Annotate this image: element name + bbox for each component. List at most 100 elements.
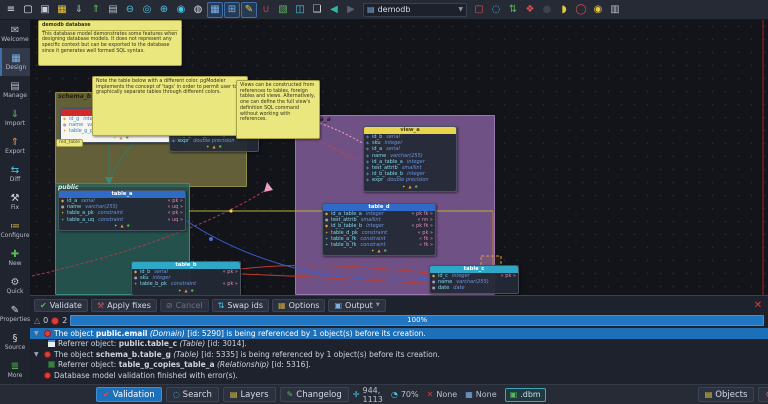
table-header[interactable]: table_b	[132, 262, 240, 269]
new-object-icon[interactable]: ❏	[309, 2, 325, 18]
sidebar-item-import[interactable]: ⇓ Import	[0, 104, 30, 132]
edit-indicator: ✕ None	[427, 390, 458, 399]
purchase-icon[interactable]: ◉	[590, 2, 606, 18]
edit-mode-icon[interactable]: ✎	[241, 2, 257, 18]
arrange-objects-icon[interactable]: ◫	[292, 2, 308, 18]
new-model-icon[interactable]: ▢	[20, 2, 36, 18]
schema-label: schema_b	[58, 93, 91, 100]
validation-progress-row: △ 0 2 100%	[30, 314, 768, 327]
note-tags[interactable]: Note the table below with a different co…	[92, 76, 248, 136]
error-dot-icon	[44, 351, 51, 358]
sidebar-item-quick[interactable]: ⚙ Quick	[0, 272, 30, 300]
overview-icon[interactable]: ◉	[173, 2, 189, 18]
show-grid-icon[interactable]: ▦	[207, 2, 223, 18]
donate-icon[interactable]: ◗	[556, 2, 572, 18]
menu-icon[interactable]: ≡	[3, 2, 19, 18]
model-selector-dropdown[interactable]: ▤ demodb ▼	[363, 3, 467, 17]
snap-grid-icon[interactable]: ⊞	[224, 2, 240, 18]
magnet-icon[interactable]: ∪	[258, 2, 274, 18]
undo-icon[interactable]: ◀	[326, 2, 342, 18]
validation-message[interactable]: ▼ The object schema_b.table_g (Table) [i…	[30, 349, 768, 360]
plugins-icon[interactable]: ❖	[522, 2, 538, 18]
zoom-out-icon[interactable]: ⊖	[122, 2, 138, 18]
table-table_a[interactable]: table_a ◆ id_a serial « pk » ● name varc…	[58, 190, 186, 231]
sidebar-item-diff[interactable]: ⇆ Diff	[0, 160, 30, 188]
close-validation-icon[interactable]: ✕	[752, 300, 764, 311]
open-model-icon[interactable]: ▦	[54, 2, 70, 18]
tab-changelog[interactable]: ✎ Changelog	[280, 387, 349, 402]
support-icon[interactable]: ◯	[573, 2, 589, 18]
options-button[interactable]: ▦ Options	[272, 299, 325, 312]
table-flag-icon: ✦	[402, 185, 405, 189]
sidebar-item-label: Manage	[3, 92, 27, 99]
redo-icon[interactable]: ▶	[343, 2, 359, 18]
pgmodeler-window: ≡▢▣▦⇓⇑▤⊖◎⊕◉◍▦⊞✎∪▧◫❏◀▶ ▤ demodb ▼ ▢◌⇅❖●◗◯…	[0, 0, 768, 404]
tab-search[interactable]: ◌ Search	[166, 387, 219, 402]
chevron-down-icon: ▼	[376, 302, 380, 308]
print-icon[interactable]: ▤	[105, 2, 121, 18]
sidebar-item-fix[interactable]: ⚒ Fix	[0, 188, 30, 216]
validation-message[interactable]: ▼ The object public.email (Domain) [id: …	[30, 328, 768, 339]
zoom-in-icon[interactable]: ⊕	[156, 2, 172, 18]
sidebar-item-more[interactable]: ≣ More	[0, 356, 30, 384]
validation-message[interactable]: Database model validation finished with …	[30, 370, 768, 381]
expander-icon[interactable]: ▼	[34, 330, 41, 337]
swap-ids-icon[interactable]: ⇅	[505, 2, 521, 18]
expander-icon[interactable]: ▼	[34, 351, 41, 358]
table-header[interactable]: table_a	[59, 191, 185, 198]
sidebar-item-source[interactable]: § Source	[0, 328, 30, 356]
import-icon[interactable]: ⇓	[71, 2, 87, 18]
validation-panel: ✔ Validate ⚒ Apply fixes ⊘ Cancel ⇅ Swap…	[30, 295, 768, 384]
model-canvas[interactable]: schema_b schema_a public	[30, 20, 768, 295]
validate-button[interactable]: ✔ Validate	[34, 299, 88, 312]
table-header[interactable]: table_d	[323, 204, 435, 211]
apply-fixes-button[interactable]: ⚒ Apply fixes	[91, 299, 157, 312]
crosshair-icon: ✛	[353, 390, 360, 399]
operations-panel-button[interactable]: ⚙ Operations	[758, 387, 768, 402]
find-object-icon[interactable]: ◌	[488, 2, 504, 18]
tab-validation[interactable]: ✔ Validation	[96, 387, 162, 402]
layer-indicator: ▦ None	[465, 390, 496, 399]
sidebar-item-label: Quick	[7, 288, 24, 295]
validation-message[interactable]: Referrer object: public.table_c (Table) …	[30, 339, 768, 350]
bug-report-icon[interactable]: ●	[539, 2, 555, 18]
table-table_b[interactable]: table_b ◆ id_b serial « pk » ● sku integ…	[131, 261, 241, 295]
export-image-icon[interactable]: ▧	[275, 2, 291, 18]
view-view_a[interactable]: view_a ◈ id_b serial ◈ sku integer ◈ id_…	[363, 126, 457, 192]
table-column[interactable]: ● date date	[430, 285, 518, 291]
sidebar-item-label: More	[8, 372, 23, 379]
sidebar-item-design[interactable]: ▦ Design	[0, 48, 30, 76]
sidebar-item-export[interactable]: ⇑ Export	[0, 132, 30, 160]
objects-panel-button[interactable]: ▤ Objects	[698, 387, 755, 402]
sidebar-item-configure[interactable]: ≔ Configure	[0, 216, 30, 244]
table-table_d[interactable]: table_d ◆ id_a_table_a integer « pk fk »…	[322, 203, 436, 256]
sidebar-item-manage[interactable]: ▤ Manage	[0, 76, 30, 104]
column-type-icon: ✦	[63, 128, 67, 134]
sidebar-item-properties[interactable]: ✎ Properties	[0, 300, 30, 328]
table-header[interactable]: table_c	[430, 266, 518, 273]
column-type-icon: ✦	[325, 242, 329, 248]
table-header[interactable]: view_a	[364, 127, 456, 134]
table-tag[interactable]: red_table	[56, 139, 83, 147]
sql-source-icon[interactable]: ▢	[471, 2, 487, 18]
tab-layers[interactable]: ▤ Layers	[223, 387, 276, 402]
sidebar-item-welcome[interactable]: ✉ Welcome	[0, 20, 30, 48]
magnifier-icon[interactable]: ◍	[190, 2, 206, 18]
validation-message[interactable]: Referrer object: table_g_copies_table_a …	[30, 360, 768, 371]
export-icon[interactable]: ⇑	[88, 2, 104, 18]
table-column[interactable]: ✦ table_b_pk constraint « pk »	[132, 281, 240, 287]
table-flag-icon: ▲	[119, 136, 122, 140]
normal-zoom-icon[interactable]: ◎	[139, 2, 155, 18]
sidebar-item-new[interactable]: ✚ New	[0, 244, 30, 272]
note-title: demodb database	[42, 23, 178, 31]
note-views[interactable]: Views can be constructed from references…	[236, 80, 320, 139]
table-table_c[interactable]: table_c ◆ id_c integer « pk » ● name var…	[429, 265, 519, 294]
table-flag-icon: ✦	[178, 289, 181, 293]
save-model-icon[interactable]: ▣	[37, 2, 53, 18]
note-demodb-database[interactable]: demodb database This database model demo…	[38, 20, 182, 66]
swap-ids-button[interactable]: ⇅ Swap ids	[212, 299, 269, 312]
output-button[interactable]: ▣ Output ▼	[328, 299, 385, 312]
settings-icon[interactable]: ▥	[607, 2, 623, 18]
sidebar-item-label: Properties	[0, 316, 30, 323]
file-format-button[interactable]: ▣ .dbm	[505, 388, 546, 402]
